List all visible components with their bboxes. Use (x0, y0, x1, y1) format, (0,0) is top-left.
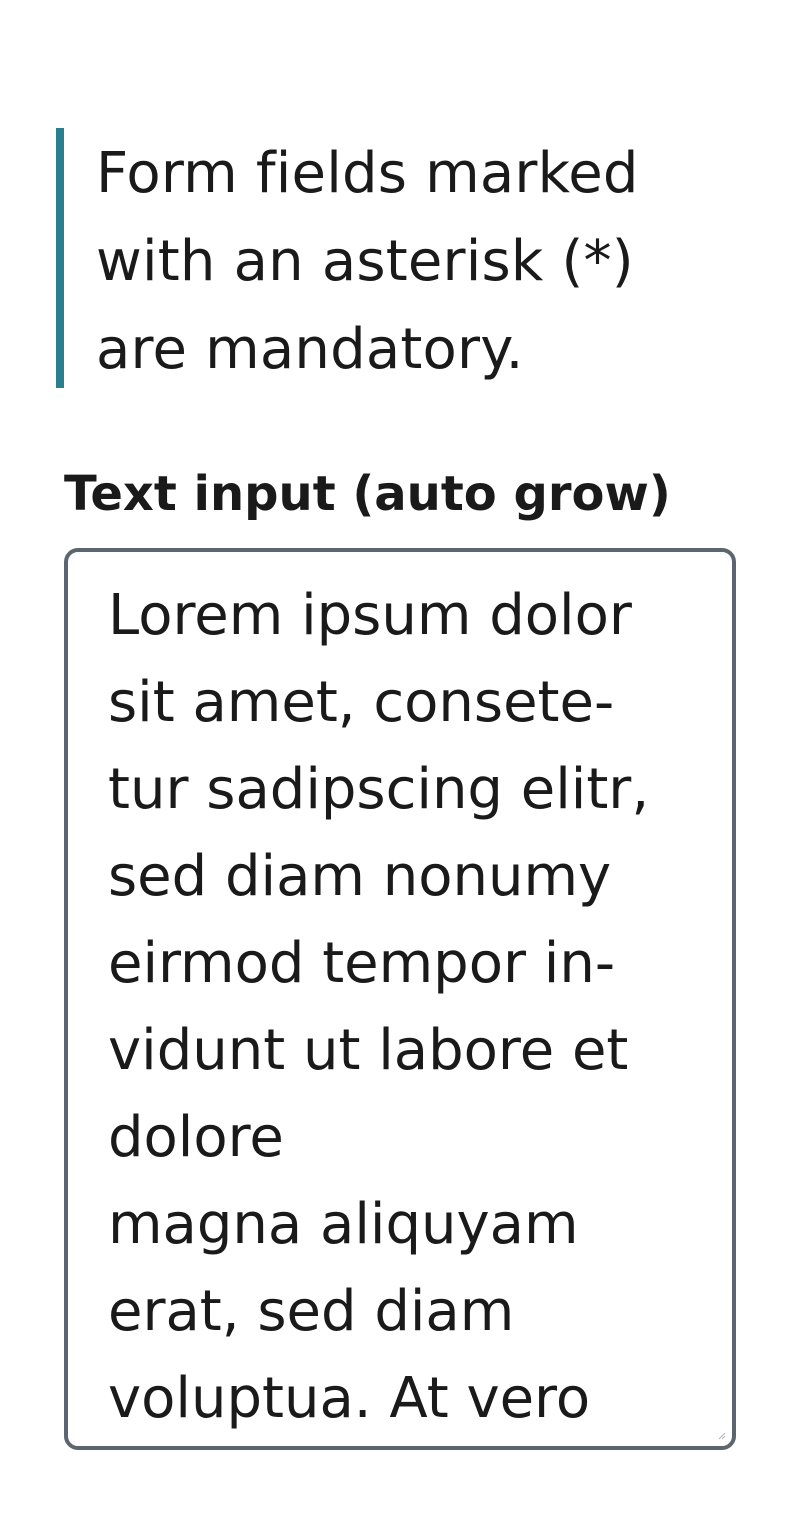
mandatory-fields-notice: Form fields marked with an asterisk (*) … (56, 128, 716, 388)
text-input-label: Text input (auto grow) (64, 466, 671, 522)
text-input-container (64, 548, 736, 1450)
notice-text: Form fields marked with an asterisk (*) … (96, 141, 639, 382)
auto-grow-textarea[interactable] (68, 552, 732, 1446)
